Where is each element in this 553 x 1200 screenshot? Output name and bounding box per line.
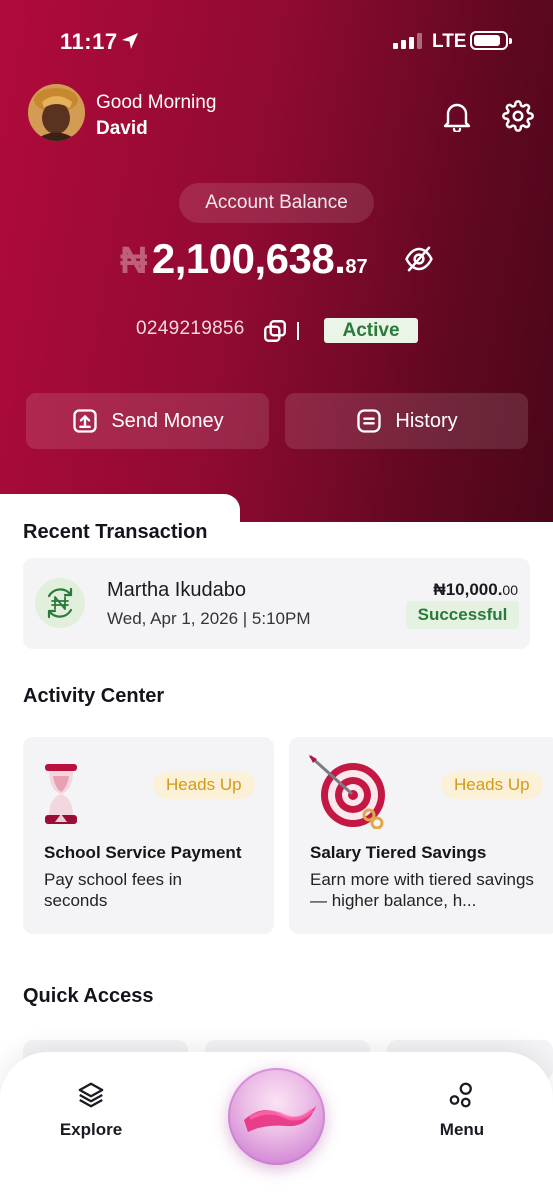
activity-card-title: School Service Payment (44, 843, 242, 862)
transaction-amount-decimal: 00 (502, 582, 518, 598)
divider (297, 322, 299, 340)
location-arrow-icon (122, 33, 138, 49)
user-name: David (96, 118, 148, 139)
signal-icon (393, 33, 423, 49)
transaction-amount-main: ₦10,000. (433, 580, 503, 599)
history-label: History (395, 409, 458, 432)
status-time: 11:17 (60, 29, 118, 54)
history-icon (357, 409, 382, 433)
activity-card-description: Pay school fees in seconds (44, 870, 182, 910)
naira-exchange-icon (35, 578, 85, 628)
transaction-name: Martha Ikudabo (107, 579, 246, 601)
activity-card-description: Earn more with tiered savings — higher b… (310, 870, 534, 910)
battery-icon (470, 31, 512, 50)
avatar[interactable] (28, 84, 85, 141)
transaction-date: Wed, Apr 1, 2026 | 5:10PM (107, 609, 311, 628)
balance-label: Account Balance (179, 183, 374, 223)
hourglass-icon (45, 764, 77, 824)
transaction-status-badge: Successful (406, 601, 519, 629)
balance-decimal: 87 (345, 256, 368, 278)
send-money-label: Send Money (111, 409, 224, 432)
eye-off-icon[interactable] (404, 244, 434, 274)
account-balance: ₦ 2,100,638.87 (120, 235, 368, 285)
currency-symbol: ₦ (120, 240, 148, 282)
account-status-badge: Active (324, 318, 418, 343)
heads-up-badge: Heads Up (153, 771, 255, 799)
activity-center-title: Activity Center (23, 685, 165, 707)
network-label: LTE (432, 31, 467, 52)
bell-icon[interactable] (442, 100, 472, 132)
layers-icon (78, 1082, 104, 1108)
target-icon (309, 755, 385, 829)
transaction-amount: ₦10,000.00 (433, 580, 518, 600)
quick-access-title: Quick Access (23, 985, 154, 1007)
menu-dots-icon (449, 1082, 472, 1108)
history-button[interactable]: History (285, 393, 528, 449)
nav-menu-label: Menu (439, 1120, 485, 1139)
transaction-card[interactable]: Martha Ikudabo Wed, Apr 1, 2026 | 5:10PM… (23, 558, 530, 649)
heads-up-badge: Heads Up (441, 771, 543, 799)
account-number: 0249219856 (136, 318, 245, 339)
send-money-button[interactable]: Send Money (26, 393, 269, 449)
status-bar: 11:17 LTE (0, 0, 553, 80)
nav-explore-label: Explore (59, 1120, 123, 1139)
activity-card-savings[interactable]: Heads Up Salary Tiered Savings Earn more… (289, 737, 553, 934)
assistant-orb-button[interactable] (228, 1068, 325, 1165)
nav-menu[interactable]: Menu (412, 1080, 512, 1140)
balance-main: 2,100,638. (151, 235, 346, 282)
upload-icon (73, 409, 98, 433)
greeting-text: Good Morning (96, 92, 217, 113)
activity-card-title: Salary Tiered Savings (310, 843, 487, 862)
recent-transaction-title: Recent Transaction (23, 521, 208, 543)
gear-icon[interactable] (502, 100, 534, 132)
activity-card-school[interactable]: Heads Up School Service Payment Pay scho… (23, 737, 274, 934)
copy-icon[interactable] (262, 318, 288, 344)
nav-explore[interactable]: Explore (41, 1080, 141, 1140)
